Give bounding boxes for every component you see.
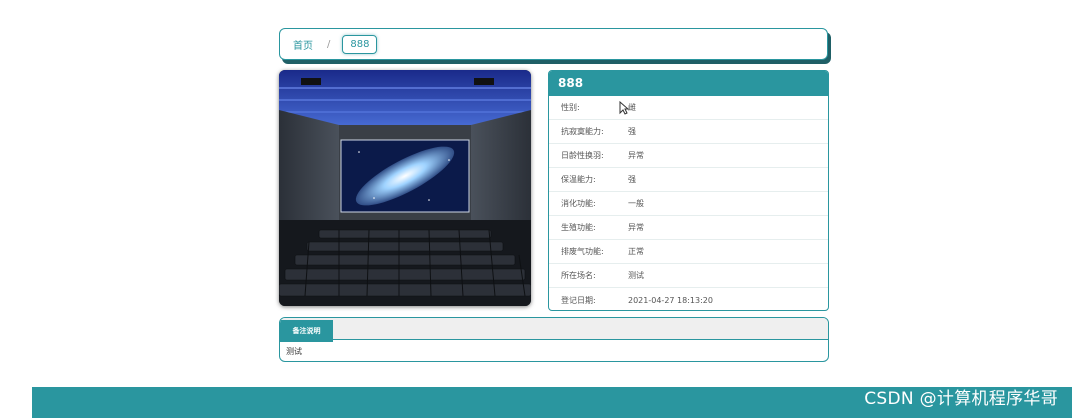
detail-row-exhaust: 排废气功能: 正常	[549, 240, 828, 264]
remark-content: 测试	[286, 347, 302, 356]
tab-remark[interactable]: 备注说明	[280, 320, 333, 342]
detail-label: 消化功能:	[561, 199, 596, 208]
detail-row-register-date: 登记日期: 2021-04-27 18:13:20	[549, 288, 828, 310]
detail-row-digestion: 消化功能: 一般	[549, 192, 828, 216]
breadcrumb-current[interactable]: 888	[342, 34, 378, 54]
detail-row-reproduction: 生殖功能: 异常	[549, 216, 828, 240]
breadcrumb-separator: /	[327, 38, 331, 50]
detail-value: 测试	[628, 271, 644, 280]
detail-row-molting: 日龄性换羽: 异常	[549, 144, 828, 168]
detail-value: 正常	[628, 247, 644, 256]
breadcrumb-home-link[interactable]: 首页	[293, 37, 313, 52]
watermark: CSDN @计算机程序华哥	[864, 389, 1058, 409]
detail-label: 所在场名:	[561, 271, 596, 280]
remark-tab-bar: 备注说明	[280, 318, 828, 342]
detail-title: 888	[549, 71, 828, 96]
mouse-pointer-icon	[619, 101, 629, 115]
detail-value: 强	[628, 175, 636, 184]
breadcrumb: 首页 / 888	[279, 28, 828, 60]
detail-value: 异常	[628, 223, 644, 232]
detail-row-loneliness-resistance: 抗寂寞能力: 强	[549, 120, 828, 144]
detail-label: 登记日期:	[561, 295, 596, 305]
detail-value: 一般	[628, 199, 644, 208]
detail-row-insulation: 保温能力: 强	[549, 168, 828, 192]
detail-label: 保温能力:	[561, 175, 596, 184]
detail-label: 生殖功能:	[561, 223, 596, 232]
detail-label: 排废气功能:	[561, 247, 604, 256]
detail-row-farm-name: 所在场名: 测试	[549, 264, 828, 288]
detail-page: 首页 / 888 888 性别: 雌 抗寂寞能力: 强 日龄性换羽: 异常 保温…	[0, 0, 1072, 418]
detail-row-gender: 性别: 雌	[549, 96, 828, 120]
item-photo	[279, 70, 531, 306]
remark-panel: 备注说明 测试	[279, 317, 829, 362]
detail-card: 888 性别: 雌 抗寂寞能力: 强 日龄性换羽: 异常 保温能力: 强 消化功…	[548, 70, 829, 311]
detail-value: 异常	[628, 151, 644, 160]
detail-label: 抗寂寞能力:	[561, 127, 604, 136]
detail-label: 日龄性换羽:	[561, 151, 604, 160]
detail-value: 强	[628, 127, 636, 136]
detail-value: 雌	[628, 103, 636, 112]
detail-value: 2021-04-27 18:13:20	[628, 295, 713, 305]
detail-label: 性别:	[561, 103, 580, 112]
